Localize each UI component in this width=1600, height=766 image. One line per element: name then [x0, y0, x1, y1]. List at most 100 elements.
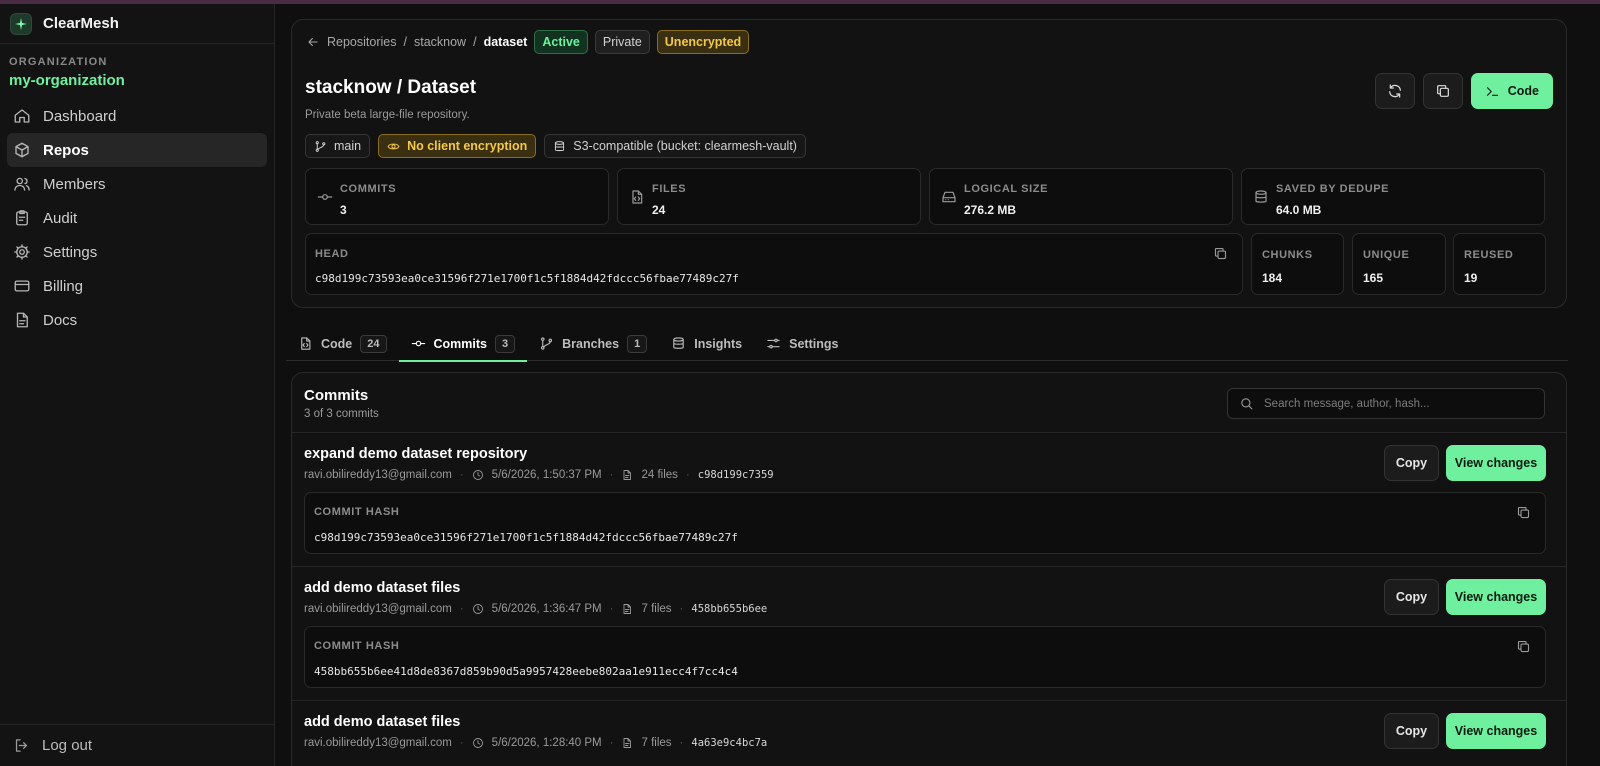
- terminal-icon: [1486, 86, 1498, 96]
- commit-hash-box: COMMIT HASH 458bb655b6ee41d8de8367d859b9…: [304, 626, 1546, 688]
- org-switcher[interactable]: my-organization: [9, 72, 274, 89]
- tab-code[interactable]: Code 24: [286, 326, 399, 361]
- file-icon: [624, 470, 632, 480]
- search-input[interactable]: [1264, 397, 1524, 410]
- file-icon: [624, 738, 632, 748]
- tab-insights[interactable]: Insights: [659, 326, 754, 361]
- copy-button[interactable]: Copy: [1384, 579, 1439, 615]
- stat-value: 24: [652, 203, 666, 217]
- tab-settings[interactable]: Settings: [754, 326, 850, 361]
- copy-icon[interactable]: [1213, 246, 1228, 261]
- commit-message[interactable]: add demo dataset files: [304, 580, 460, 596]
- copy-icon[interactable]: [1516, 639, 1531, 654]
- copy-button[interactable]: Copy: [1384, 713, 1439, 749]
- commit-meta: ravi.obilireddy13@gmail.com · 5/6/2026, …: [304, 737, 767, 749]
- document-icon: [16, 312, 28, 328]
- sidebar-item-billing[interactable]: Billing: [7, 269, 267, 303]
- commits-count: 3 of 3 commits: [304, 408, 379, 420]
- commit-message[interactable]: expand demo dataset repository: [304, 446, 527, 462]
- commit-hash[interactable]: 458bb655b6ee41d8de8367d859b90d5a9957428e…: [314, 665, 738, 678]
- repo-chips: main No client encryption S3-compatible …: [305, 134, 806, 158]
- stat-value: 64.0 MB: [1276, 203, 1322, 217]
- commit-hash-box: COMMIT HASH c98d199c73593ea0ce31596f271e…: [304, 492, 1546, 554]
- tab-label: Branches: [562, 336, 620, 351]
- tab-branches[interactable]: Branches 1: [527, 326, 659, 361]
- mini-stat-label: UNIQUE: [1363, 249, 1410, 261]
- sidebar-item-repos[interactable]: Repos: [7, 133, 267, 167]
- users-icon: [14, 177, 30, 191]
- commit-author: ravi.obilireddy13@gmail.com: [304, 603, 452, 615]
- view-changes-button[interactable]: View changes: [1446, 713, 1546, 749]
- page-title: stacknow / Dataset: [305, 77, 477, 98]
- commit-date: 5/6/2026, 1:50:37 PM: [491, 469, 602, 481]
- sidebar-item-settings[interactable]: Settings: [7, 235, 267, 269]
- tab-commits[interactable]: Commits 3: [398, 326, 528, 362]
- breadcrumb-repositories-link[interactable]: Repositories: [327, 35, 396, 49]
- commit-short-hash: 4a63e9c4bc7a: [691, 737, 768, 749]
- meta-separator: ·: [609, 469, 614, 481]
- code-button[interactable]: Code: [1470, 73, 1553, 109]
- mini-stat-chunks: CHUNKS 184: [1251, 233, 1344, 295]
- commit-row: add demo dataset files ravi.obilireddy13…: [292, 566, 1566, 700]
- branch-name: main: [334, 139, 362, 153]
- sidebar-item-audit[interactable]: Audit: [7, 201, 267, 235]
- copy-icon[interactable]: [1516, 505, 1531, 520]
- database-icon: [673, 337, 684, 349]
- brand-name: ClearMesh: [43, 15, 119, 32]
- clock-icon: [472, 738, 483, 748]
- sidebar-item-docs[interactable]: Docs: [7, 303, 267, 337]
- mini-stat-label: CHUNKS: [1262, 249, 1313, 261]
- commit-files: 24 files: [641, 469, 678, 481]
- file-code-icon: [301, 337, 311, 350]
- commit-icon: [317, 194, 333, 200]
- file-icon: [624, 604, 632, 614]
- clock-icon: [472, 470, 483, 480]
- sidebar-item-label: Audit: [43, 209, 78, 227]
- commits-panel: Commits 3 of 3 commits expand demo datas…: [291, 372, 1567, 766]
- clipboard-icon: [16, 210, 28, 226]
- commit-hash[interactable]: c98d199c73593ea0ce31596f271e1700f1c5f188…: [314, 531, 738, 544]
- database-icon: [1255, 190, 1267, 203]
- view-changes-button[interactable]: View changes: [1446, 579, 1546, 615]
- sidebar-item-label: Members: [43, 175, 106, 193]
- stat-logical-size: LOGICAL SIZE 276.2 MB: [929, 168, 1233, 225]
- sidebar-item-dashboard[interactable]: Dashboard: [7, 99, 267, 133]
- view-changes-button[interactable]: View changes: [1446, 445, 1546, 481]
- commits-title: Commits: [304, 387, 369, 404]
- commit-search[interactable]: [1227, 388, 1545, 419]
- refresh-icon: [1388, 84, 1401, 98]
- clearmesh-logo-icon: [10, 12, 32, 35]
- branch-chip[interactable]: main: [305, 134, 371, 158]
- stat-label: FILES: [652, 183, 687, 195]
- stat-label: SAVED BY DEDUPE: [1276, 183, 1390, 195]
- breadcrumb-owner-link[interactable]: stacknow: [414, 35, 466, 49]
- commit-date: 5/6/2026, 1:28:40 PM: [491, 737, 602, 749]
- refresh-button[interactable]: [1374, 73, 1415, 109]
- head-hash[interactable]: c98d199c73593ea0ce31596f271e1700f1c5f188…: [315, 272, 739, 285]
- copy-repo-button[interactable]: [1422, 73, 1463, 109]
- commit-icon: [411, 340, 425, 347]
- code-button-label: Code: [1507, 84, 1539, 98]
- gear-icon: [14, 244, 30, 260]
- sidebar-item-members[interactable]: Members: [7, 167, 267, 201]
- brand[interactable]: ClearMesh: [0, 4, 274, 44]
- clock-icon: [472, 604, 483, 614]
- copy-button[interactable]: Copy: [1384, 445, 1439, 481]
- logout-label: Log out: [42, 737, 93, 754]
- mini-stat-unique: UNIQUE 165: [1352, 233, 1446, 295]
- stat-value: 276.2 MB: [964, 203, 1017, 217]
- commit-message[interactable]: add demo dataset files: [304, 714, 460, 730]
- commit-hash-label: COMMIT HASH: [314, 640, 400, 652]
- stat-label: LOGICAL SIZE: [964, 183, 1049, 195]
- tab-label: Insights: [694, 336, 743, 351]
- eye-icon: [387, 143, 400, 149]
- sidebar-item-label: Settings: [43, 243, 98, 261]
- meta-separator: ·: [459, 469, 464, 481]
- logout-button[interactable]: Log out: [0, 724, 275, 766]
- arrow-left-icon[interactable]: [306, 35, 320, 49]
- sliders-icon: [767, 338, 780, 349]
- meta-separator: ·: [459, 737, 464, 749]
- sidebar-item-label: Billing: [43, 277, 84, 295]
- meta-separator: ·: [459, 603, 464, 615]
- commit-meta: ravi.obilireddy13@gmail.com · 5/6/2026, …: [304, 469, 774, 481]
